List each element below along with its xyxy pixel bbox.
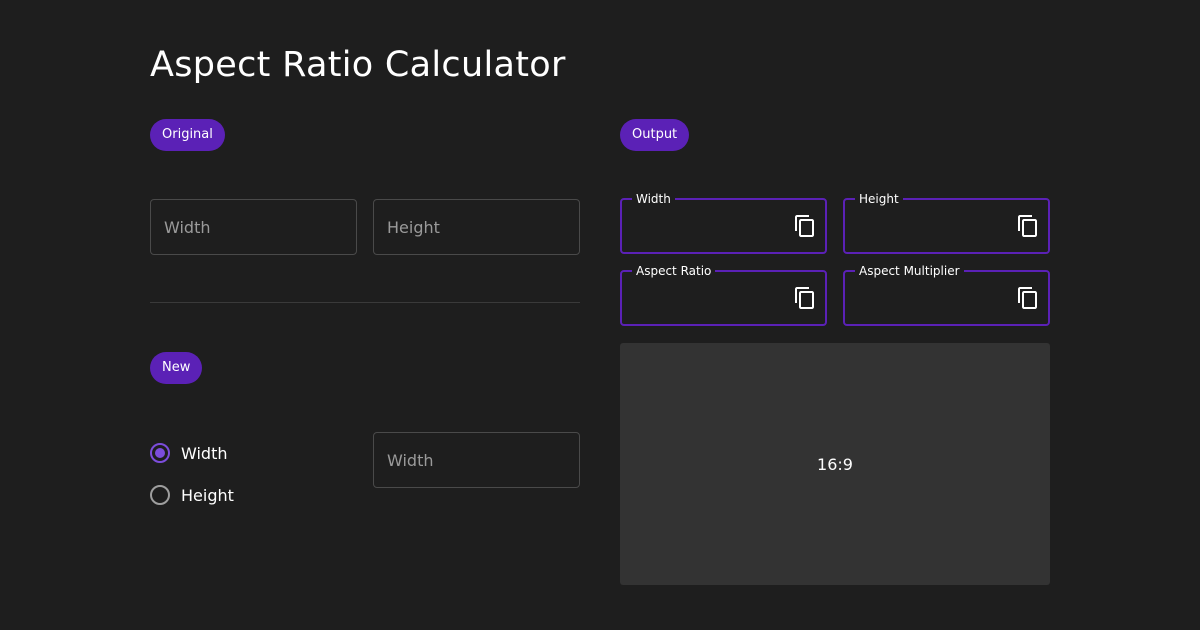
output-aspect-multiplier-field[interactable]: Aspect Multiplier — [843, 263, 1050, 326]
new-dimension-input[interactable] — [373, 432, 580, 488]
copy-icon[interactable] — [1016, 214, 1040, 238]
copy-icon[interactable] — [1016, 286, 1040, 310]
original-chip: Original — [150, 119, 225, 151]
original-height-input[interactable] — [373, 199, 580, 255]
page-title: Aspect Ratio Calculator — [150, 45, 566, 85]
section-divider — [150, 302, 580, 303]
radio-width-label: Width — [181, 443, 228, 463]
output-aspect-ratio-label: Aspect Ratio — [632, 263, 716, 279]
radio-width-button[interactable] — [150, 443, 170, 463]
output-width-label: Width — [632, 191, 675, 207]
radio-option-width[interactable]: Width — [150, 443, 227, 463]
radio-option-height[interactable]: Height — [150, 485, 234, 505]
original-width-input[interactable] — [150, 199, 357, 255]
output-chip: Output — [620, 119, 690, 151]
aspect-preview-box: 16:9 — [620, 343, 1050, 585]
aspect-preview-label: 16:9 — [817, 454, 853, 474]
output-height-label: Height — [855, 191, 903, 207]
output-height-field[interactable]: Height — [843, 191, 1050, 254]
new-chip: New — [150, 352, 203, 384]
output-aspect-ratio-field[interactable]: Aspect Ratio — [620, 263, 827, 326]
copy-icon[interactable] — [793, 214, 817, 238]
radio-height-button[interactable] — [150, 485, 170, 505]
radio-height-label: Height — [181, 485, 234, 505]
output-aspect-multiplier-label: Aspect Multiplier — [855, 263, 964, 279]
copy-icon[interactable] — [793, 286, 817, 310]
output-width-field[interactable]: Width — [620, 191, 827, 254]
